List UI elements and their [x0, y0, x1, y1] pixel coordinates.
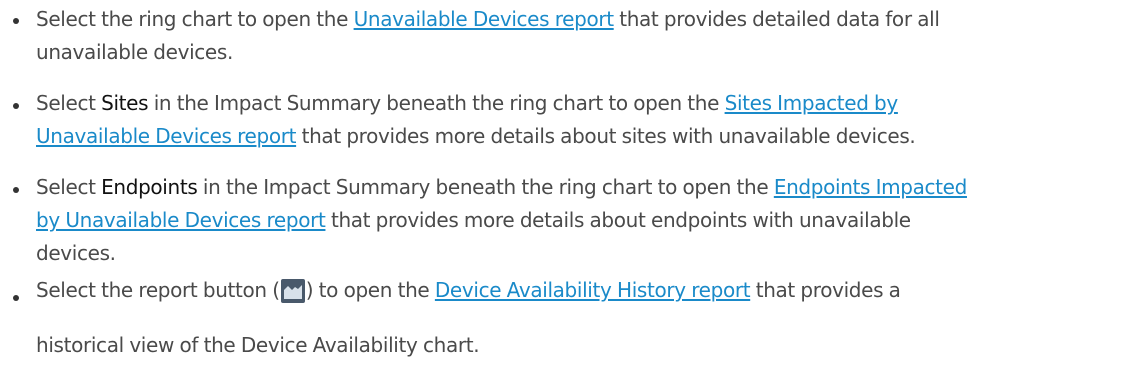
list-item-text: devices.: [36, 241, 116, 265]
bullet-dot: [13, 103, 19, 109]
endpoints-term: Endpoints: [101, 175, 198, 199]
list-item-line: Select Endpoints in the Impact Summary b…: [36, 175, 967, 199]
list-item-line: Select the report button () to open the …: [36, 278, 901, 303]
list-item-text: in the Impact Summary beneath the ring c…: [148, 91, 725, 115]
endpoints-impacted-report-link[interactable]: Endpoints Impacted: [774, 175, 968, 199]
device-availability-history-report-link[interactable]: Device Availability History report: [435, 278, 751, 302]
list-item-text: in the Impact Summary beneath the ring c…: [197, 175, 774, 199]
list-item-line: Unavailable Devices report that provides…: [36, 124, 916, 148]
list-item-text: historical view of the Device Availabili…: [36, 333, 480, 357]
sites-impacted-report-link[interactable]: Sites Impacted by: [725, 91, 899, 115]
list-item-text: unavailable devices.: [36, 40, 233, 64]
list-item-text: Select the ring chart to open the: [36, 7, 354, 31]
list-item-text: that provides a: [750, 278, 901, 302]
list-item-line: historical view of the Device Availabili…: [36, 333, 480, 357]
bullet-dot: [13, 18, 19, 24]
list-item-text: Select: [36, 91, 102, 115]
document-body: Select the ring chart to open the Unavai…: [0, 0, 1126, 384]
area-chart-icon: [280, 279, 305, 303]
list-item-text: that provides detailed data for all: [613, 7, 940, 31]
bullet-dot: [13, 187, 19, 193]
list-item-line: devices.: [36, 241, 116, 265]
endpoints-impacted-report-link[interactable]: by Unavailable Devices report: [36, 208, 326, 232]
list-item-line: Select Sites in the Impact Summary benea…: [36, 91, 898, 115]
sites-term: Sites: [101, 91, 149, 115]
list-item-text: ) to open the: [305, 278, 435, 302]
unavailable-devices-report-link[interactable]: Unavailable Devices report: [354, 7, 614, 31]
sites-impacted-report-link[interactable]: Unavailable Devices report: [36, 124, 296, 148]
list-item-line: unavailable devices.: [36, 40, 233, 64]
list-item-text: Select: [36, 175, 102, 199]
list-item-line: Select the ring chart to open the Unavai…: [36, 7, 940, 31]
list-item-line: by Unavailable Devices report that provi…: [36, 208, 911, 232]
list-item-text: Select the report button (: [36, 278, 280, 302]
list-item-text: that provides more details about sites w…: [296, 124, 916, 148]
list-item-text: that provides more details about endpoin…: [325, 208, 911, 232]
bullet-dot: [13, 295, 19, 301]
